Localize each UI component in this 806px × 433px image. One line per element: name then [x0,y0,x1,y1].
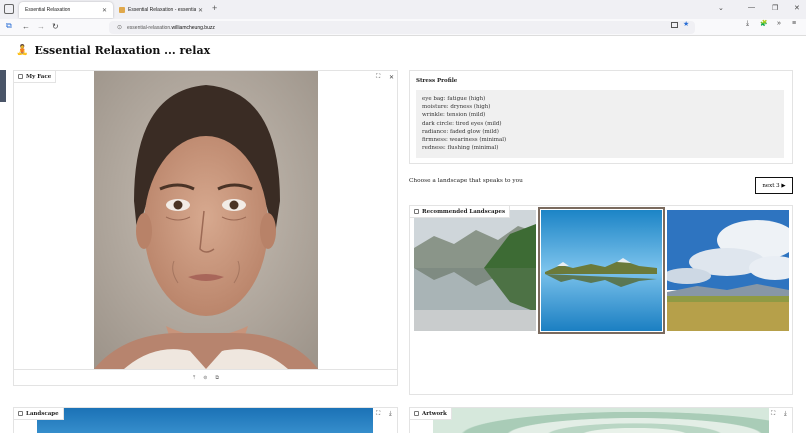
image-icon [414,411,419,416]
landscape-thumb-blue-lake[interactable] [538,207,665,334]
recommended-landscapes-label-text: Recommended Landscapes [422,208,506,215]
recommended-landscapes-panel: Recommended Landscapes [409,205,793,395]
tab-title: Essential Relaxation [25,7,71,13]
my-face-label-text: My Face [26,73,52,80]
face-photo [94,71,318,369]
extensions-icon[interactable]: 🧩 [760,20,767,27]
image-toolbar: ⤒ ⊚ ⧉ [14,369,398,386]
sync-icon[interactable]: ⧉ [6,21,12,31]
downloads-icon[interactable]: ⤓ [746,20,749,28]
sidebar-icon[interactable] [4,4,14,14]
tab-strip: Essential Relaxation ✕ Essential Relaxat… [0,0,806,19]
fullscreen-icon[interactable]: ⛶ [376,411,380,418]
landscape-thumb-mountain-lake[interactable] [414,210,536,331]
upload-icon[interactable]: ⤒ [193,375,195,381]
mountain-lake-image [414,210,536,331]
stress-item: redness: flushing (minimal) [422,145,499,152]
side-accent-bar [0,70,6,102]
landscape-image [37,408,373,433]
image-icon [18,74,23,79]
stress-profile-list: eye bag: fatigue (high) moisture: drynes… [416,90,784,158]
reload-icon[interactable]: ↻ [52,22,59,31]
stress-item: firmness: weariness (minimal) [422,137,507,144]
back-icon[interactable]: ← [22,22,30,31]
tab-essential-relaxation-2[interactable]: Essential Relaxation - essential ✕ [113,2,209,18]
next-3-button[interactable]: next 3 ▶ [755,177,793,194]
minimize-icon[interactable]: — [748,4,755,11]
window-close-icon[interactable]: ✕ [794,4,800,12]
stress-profile-title: Stress Profile [416,78,458,84]
site-info-icon[interactable]: ⊙ [117,24,122,31]
fullscreen-icon[interactable]: ⛶ [376,74,380,81]
url-subdomain: essential-relaxation. [127,24,172,31]
stress-item: wrinkle: tension (mild) [422,112,486,119]
clipboard-icon[interactable]: ⧉ [215,375,219,381]
choose-landscape-prompt: Choose a landscape that speaks to you [409,178,523,184]
landscape-label: Landscape [14,408,64,420]
fullscreen-icon[interactable]: ⛶ [771,411,775,418]
close-tab-icon[interactable]: ✕ [102,7,107,14]
meditation-icon: 🧘 [16,45,29,56]
my-face-label: My Face [14,71,57,83]
face-photo-svg [94,71,318,369]
hourglass-icon [119,7,125,13]
close-tab-icon[interactable]: ✕ [198,7,203,14]
overflow-icon[interactable]: » [777,20,781,27]
forward-icon[interactable]: → [37,22,45,31]
reader-view-icon[interactable] [671,22,678,28]
webcam-icon[interactable]: ⊚ [203,375,207,381]
tab-title: Essential Relaxation - essential [128,7,196,13]
download-icon[interactable]: ⤓ [784,411,787,418]
recommended-landscapes-label: Recommended Landscapes [410,206,511,218]
new-tab-button[interactable]: + [212,3,217,13]
my-face-panel: My Face ⛶ ✕ ⤒ ⊚ ⧉ [13,70,398,386]
stress-item: dark circle: tired eyes (mild) [422,120,502,127]
navigation-bar: ⧉ ← → ↻ ⊙ essential-relaxation. williamch… [0,19,806,36]
gallery-icon [414,209,419,214]
download-icon[interactable]: ⤓ [389,411,392,418]
stress-profile-panel: Stress Profile eye bag: fatigue (high) m… [409,70,793,164]
stress-item: radiance: faded glow (mild) [422,128,499,135]
url-host: williamcheung.buzz [171,24,215,31]
landscape-label-text: Landscape [26,410,59,417]
artwork-label-text: Artwork [422,410,447,417]
artwork-image [433,408,769,433]
bookmark-star-icon[interactable]: ★ [683,20,689,28]
page-title: 🧘 Essential Relaxation ... relax [16,44,210,57]
restore-icon[interactable]: ❐ [772,4,778,12]
artwork-label: Artwork [410,408,452,420]
image-icon [18,411,23,416]
tab-essential-relaxation[interactable]: Essential Relaxation ✕ [19,2,113,18]
page-title-text: Essential Relaxation ... relax [34,44,211,57]
close-icon[interactable]: ✕ [389,74,394,81]
url-bar[interactable]: ⊙ essential-relaxation. williamcheung.buz… [109,21,695,34]
cloudy-meadow-image [667,210,789,331]
landscape-panel: Landscape ⛶ ⤓ [13,407,398,433]
stress-item: moisture: dryness (high) [422,104,491,111]
app-menu-icon[interactable]: ≡ [792,20,796,27]
stress-item: eye bag: fatigue (high) [422,96,486,102]
blue-lake-image [541,210,662,331]
landscape-thumb-cloudy-meadow[interactable] [667,210,789,331]
list-all-tabs-icon[interactable]: ⌄ [718,4,724,12]
artwork-panel: Artwork ⛶ ⤓ [409,407,793,433]
